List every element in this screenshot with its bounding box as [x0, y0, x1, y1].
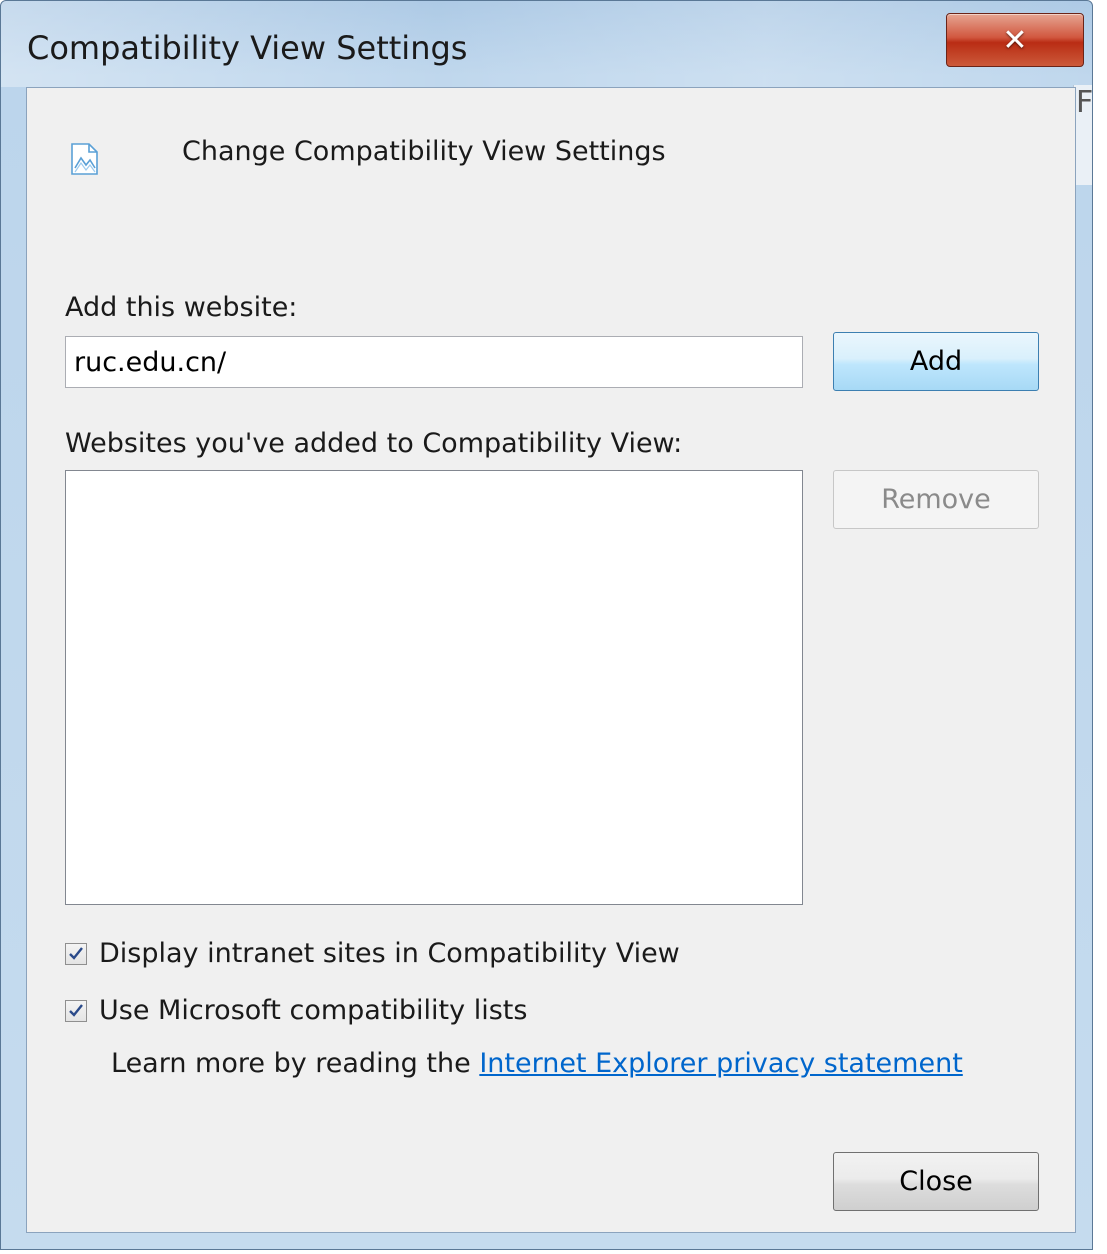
websites-list-label: Websites you've added to Compatibility V…: [65, 428, 683, 459]
dialog-window: Compatibility View Settings ✕ Fi Change …: [0, 0, 1093, 1250]
website-input[interactable]: [65, 336, 803, 388]
ms-lists-option[interactable]: Use Microsoft compatibility lists: [65, 995, 527, 1026]
add-button[interactable]: Add: [833, 332, 1039, 391]
close-button[interactable]: Close: [833, 1152, 1039, 1211]
close-icon: ✕: [1002, 22, 1028, 58]
checkmark-icon: [69, 946, 83, 960]
window-title: Compatibility View Settings: [27, 29, 468, 67]
header-title: Change Compatibility View Settings: [182, 136, 666, 167]
intranet-option[interactable]: Display intranet sites in Compatibility …: [65, 938, 680, 969]
checkmark-icon: [69, 1003, 83, 1017]
ms-lists-checkbox[interactable]: [65, 999, 87, 1022]
intranet-checkbox[interactable]: [65, 942, 87, 965]
dialog-body: Change Compatibility View Settings Add t…: [26, 87, 1076, 1233]
websites-listbox[interactable]: [65, 470, 803, 905]
background-window-text: Fi: [1076, 85, 1092, 120]
intranet-label: Display intranet sites in Compatibility …: [99, 938, 680, 969]
add-website-label: Add this website:: [65, 292, 298, 323]
ms-lists-label: Use Microsoft compatibility lists: [99, 995, 528, 1026]
window-close-button[interactable]: ✕: [946, 13, 1084, 67]
remove-button[interactable]: Remove: [833, 470, 1039, 529]
compatibility-view-icon: [71, 143, 98, 175]
learn-more-text: Learn more by reading the Internet Explo…: [111, 1048, 963, 1079]
privacy-statement-link[interactable]: Internet Explorer privacy statement: [479, 1048, 962, 1079]
learn-more-prefix: Learn more by reading the: [111, 1048, 471, 1079]
